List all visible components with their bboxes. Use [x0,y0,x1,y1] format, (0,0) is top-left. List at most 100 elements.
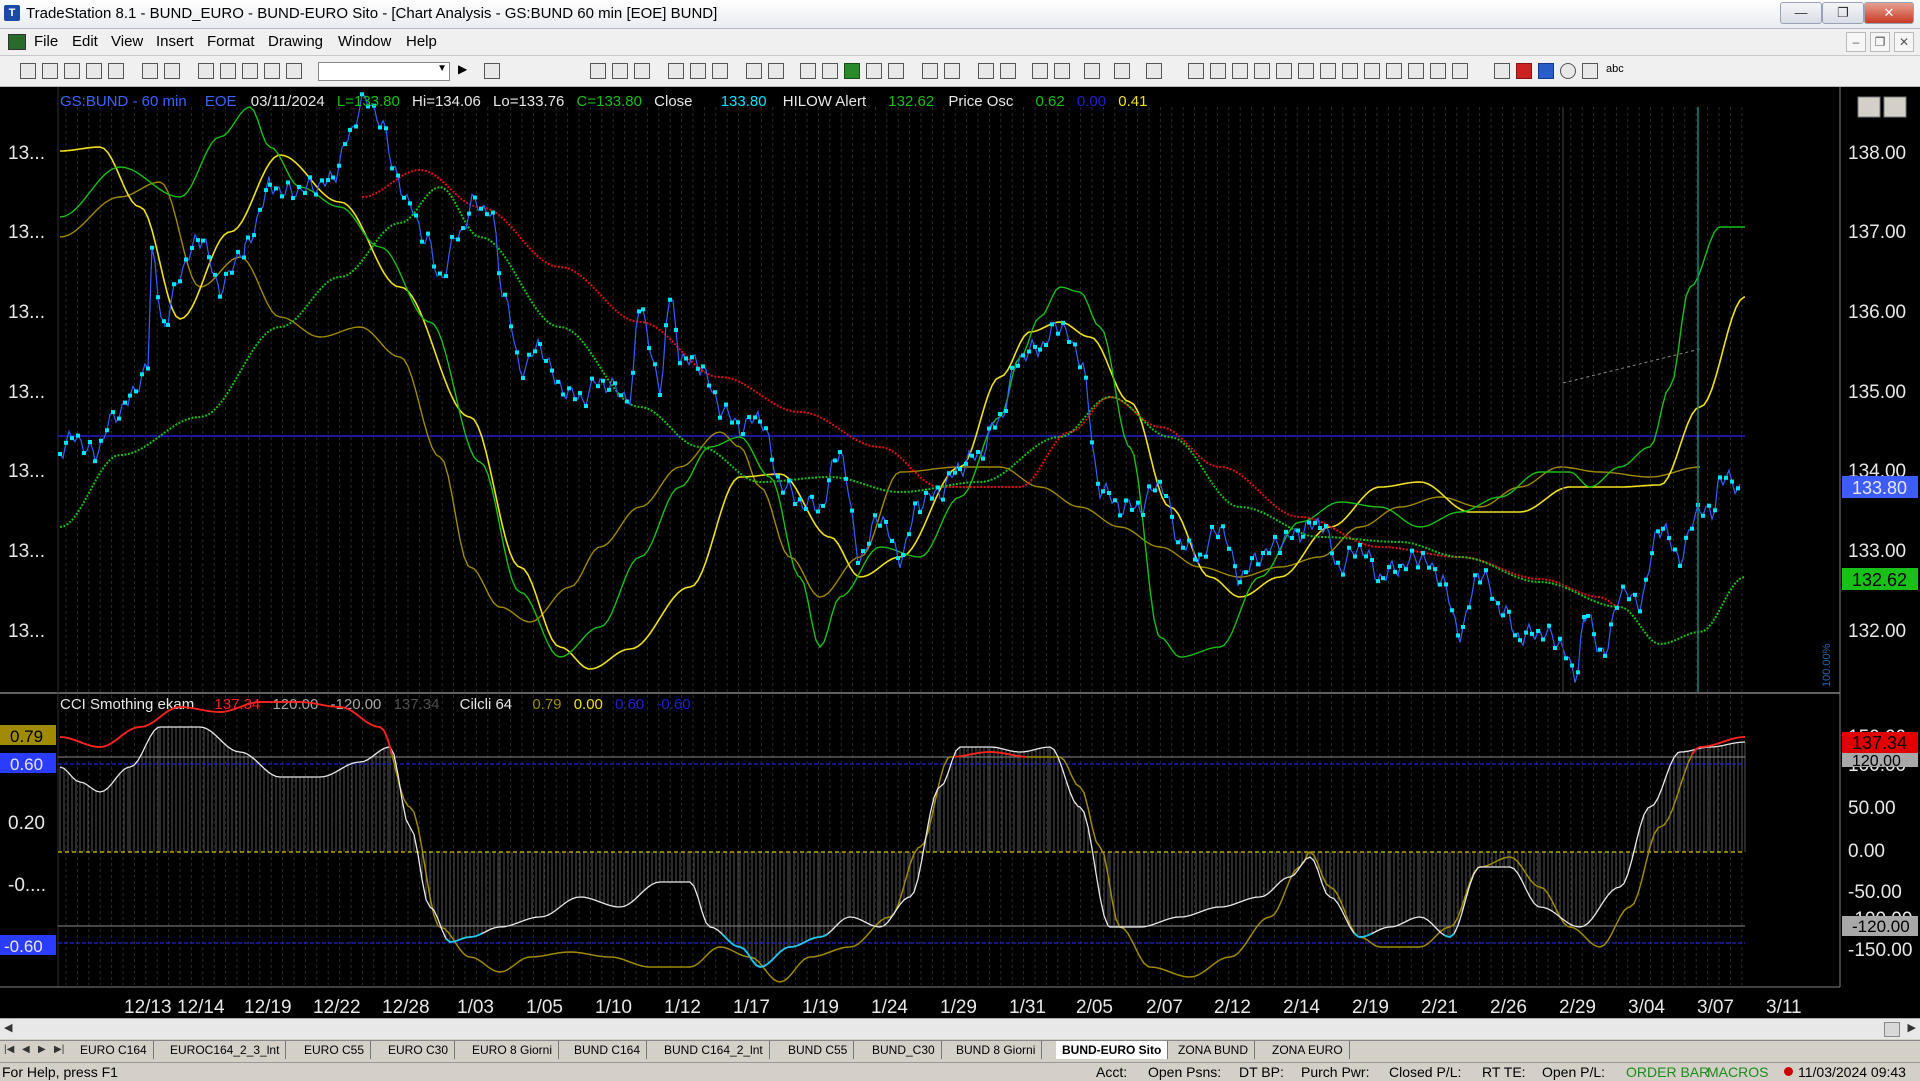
zoom-out-icon[interactable] [1000,63,1016,79]
tab-bund-8-giorni[interactable]: BUND 8 Giorni [950,1041,1043,1059]
lock-chart-icon[interactable] [1146,63,1162,79]
menu-insert[interactable]: Insert [156,33,194,50]
mdi-close-icon[interactable]: ✕ [1894,32,1914,52]
print-preview-icon[interactable] [142,63,158,79]
indicator-icon[interactable] [668,63,684,79]
play-icon[interactable]: ▶ [458,62,467,76]
tab-euroc164-2-3-lnt[interactable]: EUROC164_2_3_lnt [164,1041,287,1059]
pointer-icon[interactable] [1032,63,1048,79]
tab-bund-euro-sito[interactable]: BUND-EURO Sito [1056,1041,1169,1059]
close-button[interactable]: ✕ [1864,2,1914,24]
arc-icon[interactable] [1430,63,1446,79]
fib-icon[interactable] [1254,63,1270,79]
tab-euro-8-giorni[interactable]: EURO 8 Giorni [466,1041,560,1059]
scroll-right-icon[interactable]: ▶ [1908,1021,1916,1034]
vertical-lines-icon[interactable] [1210,63,1226,79]
draw-icon[interactable] [264,63,280,79]
menu-drawing[interactable]: Drawing [268,33,323,50]
tab-euro-c164[interactable]: EURO C164 [74,1041,154,1059]
andrews-icon[interactable] [1320,63,1336,79]
options-icon[interactable] [746,63,762,79]
chart-analysis-window[interactable]: GS:BUND - 60 min EOE 03/11/2024 L=133.80… [0,87,1920,1025]
channel-icon[interactable] [1342,63,1358,79]
order-bar-button[interactable]: ORDER BAR [1626,1064,1709,1080]
print-icon[interactable] [164,63,180,79]
tools-icon[interactable] [1084,63,1100,79]
arrow-both-icon[interactable] [1364,63,1380,79]
menu-edit[interactable]: Edit [72,33,98,50]
compress-icon[interactable] [944,63,960,79]
pen-icon[interactable] [1452,63,1468,79]
radar-screen-icon[interactable] [822,63,838,79]
curve-icon[interactable] [1494,63,1510,79]
mdi-minimize-icon[interactable]: – [1846,32,1866,52]
tab-next-icon[interactable]: ▶ [38,1044,46,1055]
bar-chart-icon[interactable] [590,63,606,79]
horizontal-lines-icon[interactable] [1232,63,1248,79]
pane-restore-button[interactable] [1883,96,1907,118]
workspace-icon[interactable] [198,63,214,79]
pane-minimize-button[interactable] [1857,96,1881,118]
zoom-in-icon[interactable] [978,63,994,79]
line-chart-icon[interactable] [612,63,628,79]
ellipse-icon[interactable] [1560,63,1576,79]
scroll-left-icon[interactable]: ◀ [4,1021,12,1034]
table-icon[interactable] [634,63,650,79]
mdi-restore-icon[interactable]: ❐ [1870,32,1890,52]
strategy-icon[interactable] [690,63,706,79]
chart-svg[interactable]: GS:BUND - 60 min EOE 03/11/2024 L=133.80… [0,87,1920,1025]
tab-bund-c164-2-lnt[interactable]: BUND C164_2_lnt [658,1041,770,1059]
window-icon[interactable] [768,63,784,79]
data-tip-icon[interactable] [1054,63,1070,79]
chart-window-icon[interactable] [8,34,26,50]
chart-analysis-icon[interactable] [844,63,860,79]
menu-window[interactable]: Window [338,33,391,50]
tab-first-icon[interactable]: |◀ [4,1044,14,1055]
parallel-lines-icon[interactable] [1386,63,1402,79]
tab-last-icon[interactable]: ▶| [54,1044,64,1055]
bars-icon[interactable] [922,63,938,79]
scroll-thumb[interactable] [1884,1022,1900,1037]
new-window-icon[interactable] [86,63,102,79]
menu-view[interactable]: View [111,33,143,50]
tab-prev-icon[interactable]: ◀ [22,1044,30,1055]
arrow-up-icon[interactable] [1538,63,1554,79]
matrix-icon[interactable] [866,63,882,79]
maximize-button[interactable]: ❐ [1822,2,1864,24]
radar-icon[interactable] [286,63,302,79]
symbol-dropdown[interactable]: ▼ [318,62,450,81]
gann-fan-icon[interactable] [1298,63,1314,79]
copy-icon[interactable] [108,63,124,79]
menu-format[interactable]: Format [207,33,255,50]
tab-bund-c55[interactable]: BUND C55 [782,1041,855,1059]
horizontal-scrollbar[interactable]: ◀ ▶ [0,1018,1920,1039]
tab-euro-c30[interactable]: EURO C30 [382,1041,456,1059]
alert-icon[interactable] [1114,63,1130,79]
cicli-tag-m060-text: -0.60 [4,937,43,956]
menu-help[interactable]: Help [406,33,437,50]
new-icon[interactable] [20,63,36,79]
text-tool-icon[interactable]: abc [1606,63,1624,75]
tab-euro-c55[interactable]: EURO C55 [298,1041,372,1059]
tab-bund-c30[interactable]: BUND_C30 [866,1041,942,1059]
trendline-icon[interactable] [1188,63,1204,79]
options-station-icon[interactable] [888,63,904,79]
menu-file[interactable]: File [34,33,58,50]
macros-button[interactable]: MACROS [1707,1064,1768,1080]
tab-zona-euro[interactable]: ZONA EURO [1266,1041,1350,1059]
minimize-button[interactable]: — [1780,2,1822,24]
search-icon[interactable] [484,63,500,79]
tab-bund-c164[interactable]: BUND C164 [568,1041,648,1059]
arrow-down-icon[interactable] [1516,63,1532,79]
lock-icon[interactable] [242,63,258,79]
speed-lines-icon[interactable] [1276,63,1292,79]
price-dot [590,376,594,381]
format-icon[interactable] [220,63,236,79]
scan-icon[interactable] [800,63,816,79]
regression-icon[interactable] [1408,63,1424,79]
open-icon[interactable] [42,63,58,79]
rectangle-icon[interactable] [1582,63,1598,79]
tab-zona-bund[interactable]: ZONA BUND [1172,1041,1256,1059]
refresh-icon[interactable] [712,63,728,79]
save-icon[interactable] [64,63,80,79]
